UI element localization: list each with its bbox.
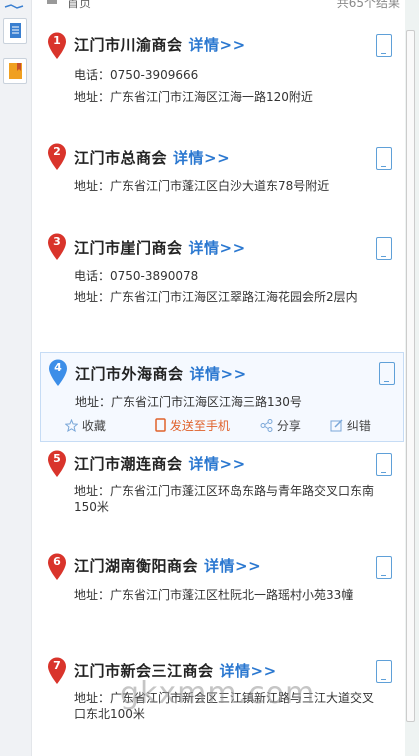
star-icon: [64, 418, 79, 433]
favorite-button[interactable]: 收藏: [64, 417, 106, 434]
send-to-phone-button[interactable]: 发送至手机: [155, 417, 230, 434]
result-name[interactable]: 江门湖南衡阳商会: [74, 557, 198, 575]
phone-icon[interactable]: [376, 453, 392, 476]
phone-icon[interactable]: [376, 237, 392, 260]
results-header: 首页 共65个结果: [32, 0, 406, 10]
detail-link[interactable]: 详情>>: [173, 149, 230, 167]
phone-icon[interactable]: [379, 362, 395, 385]
address-line: 地址：广东省江门市江海区江翠路江海花园会所2层内: [74, 290, 358, 304]
mobile-send-icon: [155, 418, 166, 432]
home-link[interactable]: 首页: [67, 0, 91, 11]
phone-line: 电话：0750-3890078: [74, 269, 199, 283]
left-toolbar: [0, 0, 32, 756]
red-marker-icon: 1: [47, 32, 67, 60]
list-item[interactable]: 2 江门市总商会 详情>> 地址：广东省江门市蓬江区白沙大道东78号附近: [32, 143, 406, 203]
list-item[interactable]: 6 江门湖南衡阳商会 详情>> 地址：广东省江门市蓬江区杜阮北一路瑶村小苑33幢: [32, 553, 406, 623]
red-marker-icon: 7: [47, 657, 67, 685]
results-panel: 首页 共65个结果 1 江门市川渝商会 详情>> 电话：0750-3909666 …: [31, 0, 407, 756]
result-name[interactable]: 江门市潮连商会: [74, 455, 183, 473]
result-count: 共65个结果: [336, 0, 400, 10]
red-marker-icon: 6: [47, 553, 67, 581]
result-name[interactable]: 江门市川渝商会: [74, 36, 183, 54]
result-name[interactable]: 江门市崖门商会: [74, 239, 183, 257]
red-marker-icon: 5: [47, 450, 67, 478]
address-line: 地址：广东省江门市蓬江区环岛东路与青年路交叉口东南150米: [74, 484, 375, 514]
share-button[interactable]: 分享: [260, 417, 301, 434]
phone-icon[interactable]: [376, 556, 392, 579]
phone-icon[interactable]: [376, 660, 392, 683]
address-line: 地址：广东省江门市蓬江区杜阮北一路瑶村小苑33幢: [74, 588, 354, 602]
scrollbar[interactable]: [406, 30, 415, 722]
phone-line: 电话：0750-3909666: [74, 68, 199, 82]
edit-icon: [330, 419, 343, 432]
share-icon: [260, 419, 273, 432]
detail-link[interactable]: 详情>>: [204, 557, 261, 575]
address-line: 地址：广东省江门市江海区江海一路120附近: [74, 90, 313, 104]
list-item[interactable]: 5 江门市潮连商会 详情>> 地址：广东省江门市蓬江区环岛东路与青年路交叉口东南1…: [32, 450, 406, 520]
correct-button[interactable]: 纠错: [330, 417, 371, 434]
red-marker-icon: 2: [47, 143, 67, 171]
result-name[interactable]: 江门市外海商会: [75, 365, 184, 383]
detail-link[interactable]: 详情>>: [189, 36, 246, 54]
detail-link[interactable]: 详情>>: [190, 365, 247, 383]
toolbar-top-icon[interactable]: [3, 0, 25, 9]
list-item-selected[interactable]: 4 江门市外海商会 详情>> 地址：广东省江门市江海区江海三路130号 收藏 发送…: [40, 352, 404, 442]
address-line: 地址：广东省江门市江海区江海三路130号: [75, 395, 302, 409]
home-icon[interactable]: [46, 0, 58, 4]
list-item[interactable]: 3 江门市崖门商会 详情>> 电话：0750-3890078 地址：广东省江门市江…: [32, 233, 406, 323]
detail-link[interactable]: 详情>>: [189, 455, 246, 473]
result-name[interactable]: 江门市总商会: [74, 149, 167, 167]
detail-link[interactable]: 详情>>: [189, 239, 246, 257]
phone-icon[interactable]: [376, 147, 392, 170]
document-icon[interactable]: [3, 18, 27, 44]
phone-icon[interactable]: [376, 34, 392, 57]
list-item[interactable]: 1 江门市川渝商会 详情>> 电话：0750-3909666 地址：广东省江门市江…: [32, 32, 406, 112]
address-line: 地址：广东省江门市蓬江区白沙大道东78号附近: [74, 179, 330, 193]
red-marker-icon: 3: [47, 233, 67, 261]
bookmark-icon[interactable]: [3, 58, 27, 84]
watermark: gkxmm.com: [120, 676, 316, 711]
blue-marker-icon: 4: [48, 359, 68, 387]
